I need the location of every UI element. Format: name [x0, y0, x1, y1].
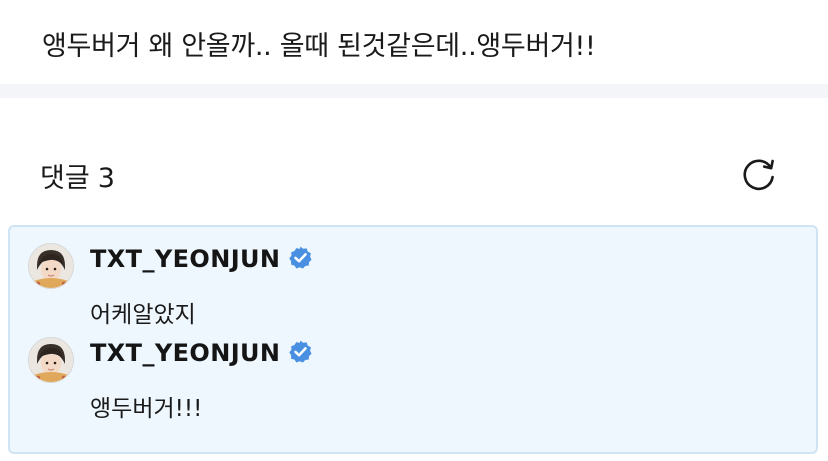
refresh-icon[interactable]	[740, 155, 778, 193]
author-name[interactable]: TXT_YEONJUN	[90, 245, 280, 273]
verified-badge-icon	[288, 245, 313, 270]
comments-label: 댓글	[40, 163, 90, 194]
avatar[interactable]	[28, 243, 74, 289]
post-text: 앵두버거 왜 안올까.. 올때 된것같은데..앵두버거!!	[42, 31, 596, 62]
section-divider	[0, 84, 828, 98]
verified-badge-icon	[288, 339, 313, 364]
comments-header: 댓글 3	[40, 156, 115, 195]
comment-text: 어케알았지	[90, 302, 196, 328]
comment-author[interactable]: TXT_YEONJUN	[90, 339, 313, 367]
comment-thread: TXT_YEONJUN 어케알았지 TXT_YEONJUN 앵두버거!!!	[8, 225, 818, 454]
avatar[interactable]	[28, 337, 74, 383]
comment-text: 앵두버거!!!	[90, 396, 203, 422]
comments-count: 3	[97, 163, 115, 194]
author-name[interactable]: TXT_YEONJUN	[90, 339, 280, 367]
comment-author[interactable]: TXT_YEONJUN	[90, 245, 313, 273]
